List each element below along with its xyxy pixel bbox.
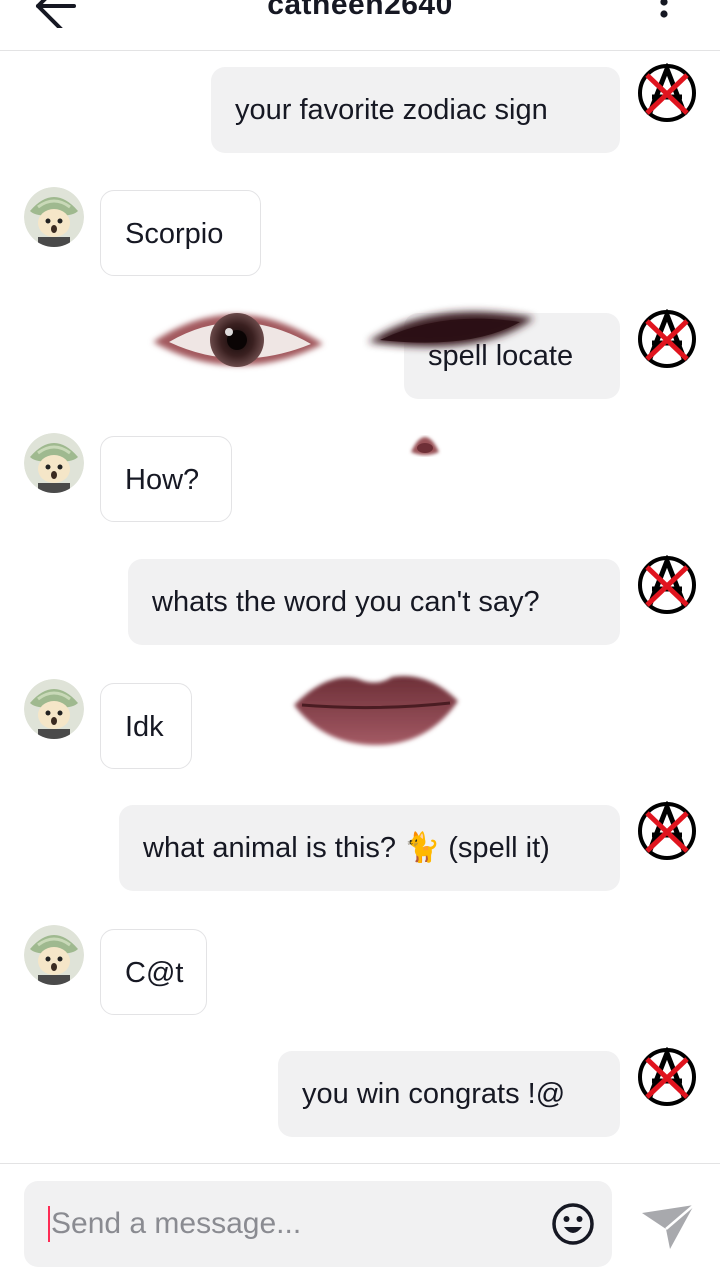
- my-avatar[interactable]: [637, 1047, 697, 1107]
- message-input[interactable]: Send a message...: [24, 1181, 612, 1267]
- message-bubble-sent[interactable]: whats the word you can't say?: [128, 559, 620, 645]
- paper-plane-icon: [642, 1204, 695, 1249]
- emoji-button[interactable]: [550, 1201, 596, 1247]
- contact-avatar[interactable]: [24, 679, 84, 739]
- contact-avatar[interactable]: [24, 925, 84, 985]
- message-list: your favorite zodiac sign Scorpio spell …: [0, 51, 720, 1163]
- contact-avatar[interactable]: [24, 433, 84, 493]
- right-eye-overlay: [368, 311, 534, 347]
- contact-avatar[interactable]: [24, 187, 84, 247]
- message-bubble-sent[interactable]: what animal is this? 🐈 (spell it): [119, 805, 620, 891]
- my-avatar[interactable]: [637, 63, 697, 123]
- chat-header: catheen2640: [0, 0, 720, 51]
- vertical-dots-icon: [660, 0, 668, 18]
- message-composer: Send a message...: [0, 1163, 720, 1281]
- send-button[interactable]: [640, 1201, 696, 1251]
- lips-overlay: [294, 676, 458, 745]
- message-input-placeholder: Send a message...: [51, 1207, 302, 1240]
- my-avatar[interactable]: [637, 801, 697, 861]
- left-eye-overlay: [153, 313, 323, 367]
- message-bubble-sent[interactable]: you win congrats !@: [278, 1051, 620, 1137]
- message-bubble-received[interactable]: How?: [100, 436, 232, 522]
- message-bubble-received[interactable]: Idk: [100, 683, 192, 769]
- my-avatar[interactable]: [637, 309, 697, 369]
- smiley-icon: [552, 1203, 594, 1245]
- message-bubble-received[interactable]: C@t: [100, 929, 207, 1015]
- message-bubble-received[interactable]: Scorpio: [100, 190, 261, 276]
- more-options-button[interactable]: [652, 0, 676, 30]
- my-avatar[interactable]: [637, 555, 697, 615]
- nose-overlay: [411, 437, 439, 455]
- chat-title: catheen2640: [267, 0, 453, 21]
- message-bubble-sent[interactable]: your favorite zodiac sign: [211, 67, 620, 153]
- text-caret: [48, 1206, 50, 1242]
